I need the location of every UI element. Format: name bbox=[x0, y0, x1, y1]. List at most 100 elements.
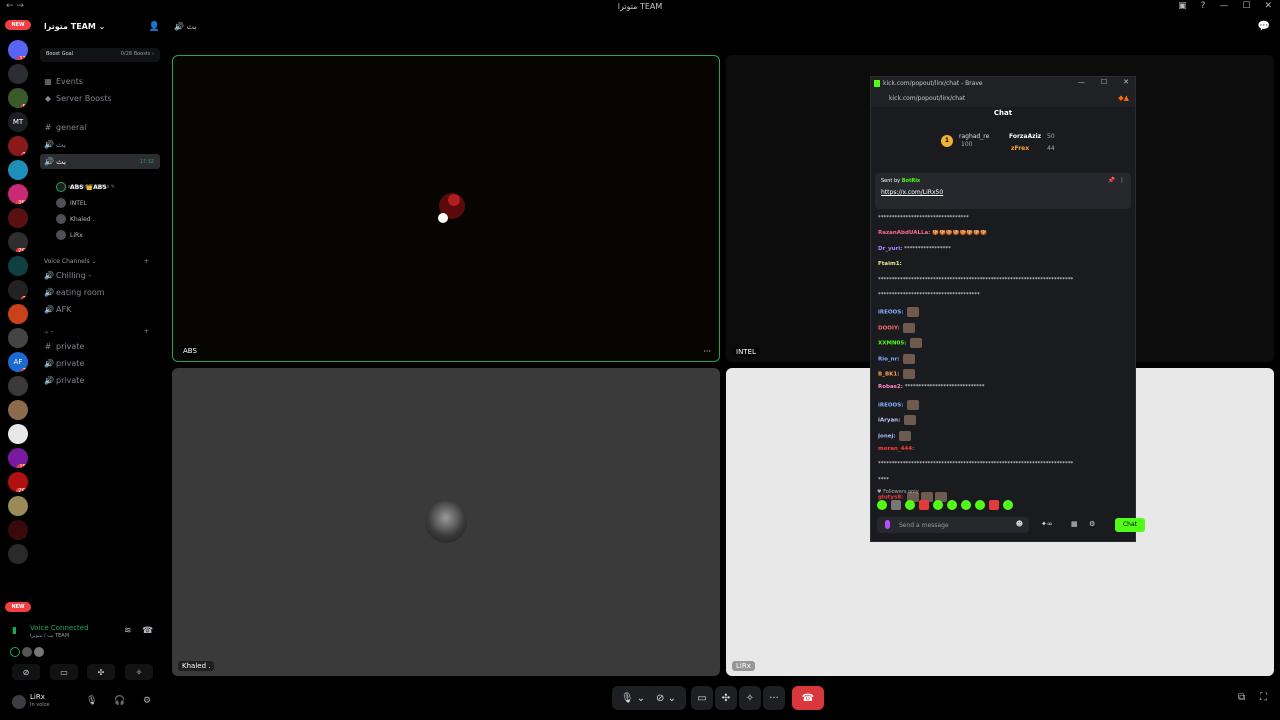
chat-message[interactable]: ********************************* bbox=[878, 215, 1130, 227]
emoji-icon[interactable]: ☻ bbox=[1016, 520, 1023, 528]
chat-message[interactable]: ****************************************… bbox=[878, 461, 1130, 473]
emote-icon[interactable] bbox=[989, 500, 999, 510]
chat-message[interactable]: iREOOS: bbox=[878, 307, 1130, 319]
leader-name[interactable]: raghad_re bbox=[959, 133, 989, 140]
emote-icon[interactable] bbox=[877, 500, 887, 510]
chat-username[interactable]: B_BK1: bbox=[878, 372, 899, 378]
chat-message[interactable]: Robas2: ***************************** bbox=[878, 384, 1130, 396]
emote-icon[interactable] bbox=[891, 500, 901, 510]
more-icon[interactable]: ⋮ bbox=[1119, 177, 1125, 184]
server-icon[interactable]: 2K+ bbox=[8, 232, 28, 252]
soundboard-button[interactable]: ✧ bbox=[125, 664, 153, 680]
chat-username[interactable]: iREOOS: bbox=[878, 310, 903, 316]
chat-message[interactable]: moran_444: bbox=[878, 446, 1130, 458]
add-channel-icon[interactable]: + bbox=[144, 328, 149, 335]
more-options-button[interactable]: ··· bbox=[763, 686, 785, 710]
video-tile-abs[interactable]: ABS ··· bbox=[172, 55, 720, 362]
soundboard-button[interactable]: ✧ bbox=[739, 686, 761, 710]
maximize-icon[interactable]: ☐ bbox=[1242, 1, 1250, 11]
chat-message[interactable]: Jonej: bbox=[878, 430, 1130, 443]
avatar[interactable] bbox=[12, 695, 26, 709]
server-icon[interactable]: 51 bbox=[8, 88, 28, 108]
server-icon[interactable]: 9 bbox=[8, 256, 28, 276]
voice-channel-eating[interactable]: 🔊 eating room bbox=[40, 285, 160, 300]
voice-channel-afk[interactable]: 🔊 AFK bbox=[40, 302, 160, 317]
channel-private-2[interactable]: 🔊 private bbox=[40, 356, 160, 371]
server-icon[interactable] bbox=[8, 328, 28, 348]
chat-message[interactable]: ************************************* bbox=[878, 292, 1130, 304]
server-icon[interactable]: MT bbox=[8, 112, 28, 132]
minimize-icon[interactable]: — bbox=[1219, 1, 1228, 11]
gear-icon[interactable]: ⚙ bbox=[1089, 520, 1095, 528]
share-screen-button[interactable]: ▭ bbox=[691, 686, 713, 710]
emote-icon[interactable] bbox=[1003, 500, 1013, 510]
activities-button[interactable]: ✣ bbox=[87, 664, 115, 680]
boost-goal[interactable]: Boost Goal 0/28 Boosts › bbox=[40, 48, 160, 62]
server-icon[interactable] bbox=[8, 496, 28, 516]
server-icon[interactable]: 9 bbox=[8, 520, 28, 540]
channel-private-1[interactable]: # private bbox=[40, 339, 160, 354]
emote-icon[interactable] bbox=[947, 500, 957, 510]
address-bar[interactable]: kick.com/popout/lirx/chat ◆▲ bbox=[871, 91, 1135, 107]
emote-icon[interactable] bbox=[933, 500, 943, 510]
chat-username[interactable]: Rio_nr: bbox=[878, 356, 899, 362]
add-channel-icon[interactable]: + bbox=[144, 258, 149, 265]
chat-message[interactable]: Dr_yuri: ***************** bbox=[878, 246, 1130, 258]
voice-user-khaled[interactable]: Khaled . bbox=[56, 212, 94, 226]
category-voice-channels[interactable]: Voice Channels ⌄ + bbox=[44, 258, 149, 265]
chat-message[interactable]: B_BK1: bbox=[878, 369, 1130, 381]
maximize-icon[interactable]: ☐ bbox=[1101, 78, 1107, 86]
camera-button[interactable]: ⊘ ⌄ bbox=[646, 686, 686, 710]
brave-shield-icon[interactable]: ◆▲ bbox=[1118, 94, 1129, 102]
user-name[interactable]: LiRx bbox=[30, 693, 45, 701]
events-item[interactable]: ▦ Events bbox=[40, 74, 160, 89]
leader-name[interactable]: ForzaAziz bbox=[1009, 133, 1041, 140]
chat-username[interactable]: iREOOS: bbox=[878, 402, 903, 408]
chat-username[interactable]: moran_444: bbox=[878, 446, 914, 452]
server-icon[interactable] bbox=[8, 400, 28, 420]
emote-icon[interactable] bbox=[905, 500, 915, 510]
chat-input[interactable]: Send a message ☻ bbox=[877, 517, 1029, 533]
server-icon[interactable]: 116 bbox=[8, 40, 28, 60]
add-member-icon[interactable]: 👤 bbox=[149, 22, 160, 32]
voice-channel-active[interactable]: 🔊 بث 17:32 bbox=[40, 154, 160, 169]
server-boosts-item[interactable]: ◆ Server Boosts bbox=[40, 91, 160, 106]
server-icon[interactable] bbox=[8, 160, 28, 180]
chat-username[interactable]: RazanAbdUALLa: bbox=[878, 230, 930, 236]
server-icon[interactable] bbox=[8, 424, 28, 444]
end-call-button[interactable]: ☎ bbox=[792, 686, 824, 710]
server-icon[interactable]: 153 bbox=[8, 448, 28, 468]
voice-user-abs[interactable]: ABS 👑ABS bbox=[56, 180, 107, 194]
close-icon[interactable]: ✕ bbox=[1123, 78, 1129, 86]
pin-icon[interactable]: 📌 bbox=[1108, 177, 1115, 184]
chat-message[interactable]: Ftaim1: bbox=[878, 261, 1130, 273]
server-icon[interactable] bbox=[8, 304, 28, 324]
channel-general[interactable]: # general bbox=[40, 120, 160, 135]
server-icon[interactable] bbox=[8, 64, 28, 84]
send-chat-button[interactable]: Chat bbox=[1115, 518, 1145, 532]
server-icon[interactable]: AF 74 bbox=[8, 352, 28, 372]
gear-icon[interactable]: ⚙ bbox=[143, 696, 151, 706]
chat-message[interactable]: iREOOS: bbox=[878, 399, 1130, 412]
channel-private-3[interactable]: 🔊 private bbox=[40, 373, 160, 388]
close-icon[interactable]: ✕ bbox=[1264, 1, 1272, 11]
category-blank[interactable]: ⌄ - + bbox=[44, 328, 149, 335]
chat-username[interactable]: DOOIY: bbox=[878, 325, 900, 331]
server-icon[interactable] bbox=[8, 208, 28, 228]
voice-user-lirx[interactable]: LiRx bbox=[56, 228, 83, 242]
emote-icon[interactable] bbox=[961, 500, 971, 510]
minimize-icon[interactable]: — bbox=[1078, 78, 1085, 86]
video-tile-khaled[interactable]: Khaled . bbox=[172, 368, 720, 676]
leader-name[interactable]: zFrex bbox=[1011, 145, 1029, 152]
chat-message[interactable]: **** bbox=[878, 477, 1130, 489]
chat-message[interactable]: RazanAbdUALLa: 🍪🍪🍪🍪🍪🍪🍪🍪 bbox=[878, 230, 1130, 242]
voice-connected-title[interactable]: Voice Connected bbox=[30, 624, 89, 632]
chat-username[interactable]: Robas2: bbox=[878, 384, 903, 390]
server-icon[interactable]: 2K+ bbox=[8, 472, 28, 492]
fullscreen-icon[interactable]: ⛶ bbox=[1260, 692, 1267, 703]
chat-message[interactable]: Rio_nr: bbox=[878, 353, 1130, 366]
headphones-icon[interactable]: 🎧 bbox=[114, 696, 125, 706]
help-icon[interactable]: ? bbox=[1201, 1, 1206, 11]
voice-user-intel[interactable]: INTEL bbox=[56, 196, 87, 210]
chat-username[interactable]: XXMN05: bbox=[878, 341, 906, 347]
